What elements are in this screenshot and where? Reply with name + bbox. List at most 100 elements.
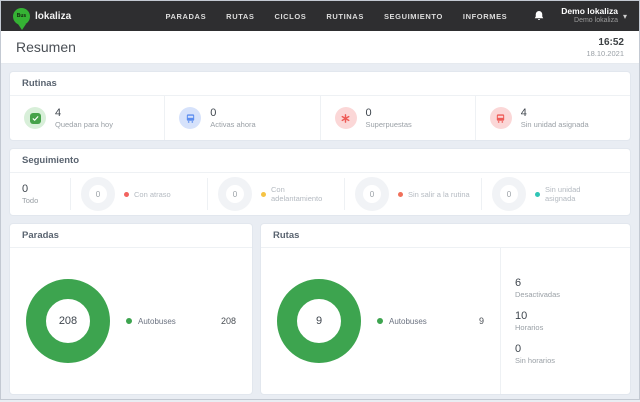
chevron-down-icon: ▾: [622, 11, 627, 21]
user-name: Demo lokaliza: [561, 6, 618, 17]
legend-label: Con atraso: [134, 189, 171, 199]
stat-text: 4 Quedan para hoy: [55, 107, 113, 129]
stat-activas-ahora: 0 Activas ahora: [165, 96, 321, 141]
top-navbar: Bus lokaliza PARADAS RUTAS CICLOS RUTINA…: [1, 1, 639, 31]
stat-label: Superpuestas: [365, 120, 412, 130]
bus-icon: [489, 107, 512, 130]
nav-item-paradas[interactable]: PARADAS: [165, 12, 206, 21]
user-text: Demo lokaliza Demo lokaliza: [561, 6, 618, 25]
stat-label: Todo: [22, 196, 39, 206]
gauge-legend: Sin unidad asignada: [535, 185, 608, 203]
legend-label: Con adelantamiento: [271, 185, 323, 204]
stat-value: 0: [515, 343, 522, 356]
stat-text: 0 Superpuestas: [366, 107, 412, 129]
clock: 16:52 18.10.2021: [586, 36, 624, 59]
stat-label: Desactivadas: [515, 290, 561, 300]
stat-superpuestas: 0 Superpuestas: [321, 96, 476, 141]
stat-label: Activas ahora: [210, 120, 256, 130]
stat-value: 0: [22, 183, 29, 196]
user-menu[interactable]: Demo lokaliza Demo lokaliza ▾: [561, 6, 627, 25]
stat-text: 0 Activas ahora: [210, 107, 255, 129]
seguimiento-card: Seguimiento 0 Todo 0 Con atraso 0 Con ad…: [9, 148, 631, 217]
gauge-ring: 0: [81, 177, 115, 212]
logo-brand-text: lokaliza: [35, 10, 72, 22]
clock-time: 16:52: [598, 36, 624, 48]
legend-dot-icon: [398, 191, 403, 197]
donut-center-value: 208: [58, 315, 78, 328]
stat-con-atraso: 0 Con atraso: [70, 177, 207, 212]
app-logo[interactable]: Bus lokaliza: [13, 7, 72, 30]
stat-value: 6: [515, 276, 522, 289]
rutinas-card-title: Rutinas: [10, 72, 630, 96]
gauge-legend: Con adelantamiento: [261, 185, 334, 203]
page-header: Resumen 16:52 18.10.2021: [1, 31, 639, 64]
legend-label: Autobuses: [138, 316, 176, 326]
legend-dot-icon: [124, 191, 129, 197]
rutas-card-title: Rutas: [261, 224, 630, 249]
stat-label: Horarios: [515, 323, 544, 333]
main-nav: PARADAS RUTAS CICLOS RUTINAS SEGUIMIENTO…: [165, 12, 507, 21]
stat-sin-unidad-asignada: 4 Sin unidad asignada: [476, 96, 630, 140]
rutas-card: Rutas 9 Autobuses 9 6 Desactivadas 10 Ho…: [260, 223, 631, 396]
stat-value: 4: [55, 107, 62, 119]
stat-desactivadas: 6 Desactivadas: [515, 277, 630, 299]
nav-item-seguimiento[interactable]: SEGUIMIENTO: [384, 12, 443, 21]
page-title: Resumen: [16, 39, 76, 55]
seguimiento-stats: 0 Todo 0 Con atraso 0 Con adelantamiento…: [10, 173, 630, 215]
map-pin-icon: Bus: [13, 7, 30, 30]
rutas-chart-body: 9 Autobuses 9 6 Desactivadas 10 Horarios…: [261, 248, 630, 395]
gauge-ring: 0: [355, 177, 389, 212]
gauge-ring: 0: [218, 177, 252, 212]
gauge-value: 0: [369, 189, 375, 199]
check-badge-icon: [24, 107, 46, 130]
stat-value: 4: [520, 107, 527, 119]
dashboard-content: Rutinas 4 Quedan para hoy 0 Activas ahor…: [1, 64, 639, 402]
legend-dot-icon: [377, 318, 383, 325]
paradas-chart: 208 Autobuses 208: [10, 248, 252, 394]
stat-sin-horarios: 0 Sin horarios: [515, 343, 630, 365]
legend-dot-icon: [126, 318, 132, 325]
stat-value: 0: [210, 107, 217, 119]
stat-con-adelantamiento: 0 Con adelantamiento: [207, 177, 344, 212]
rutas-side-stats: 6 Desactivadas 10 Horarios 0 Sin horario…: [500, 248, 630, 395]
stat-horarios: 10 Horarios: [515, 310, 630, 332]
legend-label: Sin salir a la rutina: [408, 189, 470, 199]
legend-dot-icon: [535, 191, 540, 197]
nav-item-informes[interactable]: INFORMES: [463, 12, 507, 21]
stat-label: Sin horarios: [515, 356, 556, 366]
paradas-donut-chart: 208: [26, 279, 110, 364]
stat-value: 0: [365, 107, 372, 119]
gauge-value: 0: [506, 189, 512, 199]
stat-value: 10: [515, 310, 528, 323]
gauge-legend: Con atraso: [124, 190, 171, 199]
gauge-value: 0: [232, 189, 238, 199]
stat-label: Sin unidad asignada: [520, 120, 589, 130]
rutinas-card: Rutinas 4 Quedan para hoy 0 Activas ahor…: [9, 71, 631, 142]
stat-label: Quedan para hoy: [55, 120, 113, 130]
notifications-bell-icon[interactable]: [533, 10, 545, 22]
stat-quedan-para-hoy: 4 Quedan para hoy: [10, 96, 166, 141]
nav-item-rutas[interactable]: RUTAS: [226, 12, 254, 21]
paradas-card: Paradas 208 Autobuses 208: [9, 223, 253, 396]
gauge-legend: Sin salir a la rutina: [398, 190, 470, 199]
stat-text: 4 Sin unidad asignada: [521, 107, 589, 129]
legend-dot-icon: [261, 191, 266, 197]
paradas-legend: Autobuses 208: [126, 316, 236, 326]
bus-icon: [179, 107, 202, 130]
rutas-donut-chart: 9: [277, 279, 361, 364]
clock-date: 18.10.2021: [586, 48, 624, 58]
donut-center-value: 9: [315, 315, 323, 328]
gauge-ring: 0: [492, 177, 526, 212]
nav-item-rutinas[interactable]: RUTINAS: [326, 12, 364, 21]
seguimiento-card-title: Seguimiento: [10, 149, 630, 174]
logo-pin-text: Bus: [16, 13, 27, 19]
paradas-card-title: Paradas: [10, 224, 252, 249]
legend-value: 208: [220, 316, 236, 327]
gauge-value: 0: [95, 189, 101, 199]
user-org: Demo lokaliza: [574, 16, 618, 24]
stat-sin-unidad-asignada-seg: 0 Sin unidad asignada: [481, 177, 618, 212]
asterisk-icon: [334, 107, 357, 130]
nav-item-ciclos[interactable]: CICLOS: [274, 12, 306, 21]
legend-label: Autobuses: [389, 316, 427, 326]
legend-value: 9: [478, 316, 484, 327]
